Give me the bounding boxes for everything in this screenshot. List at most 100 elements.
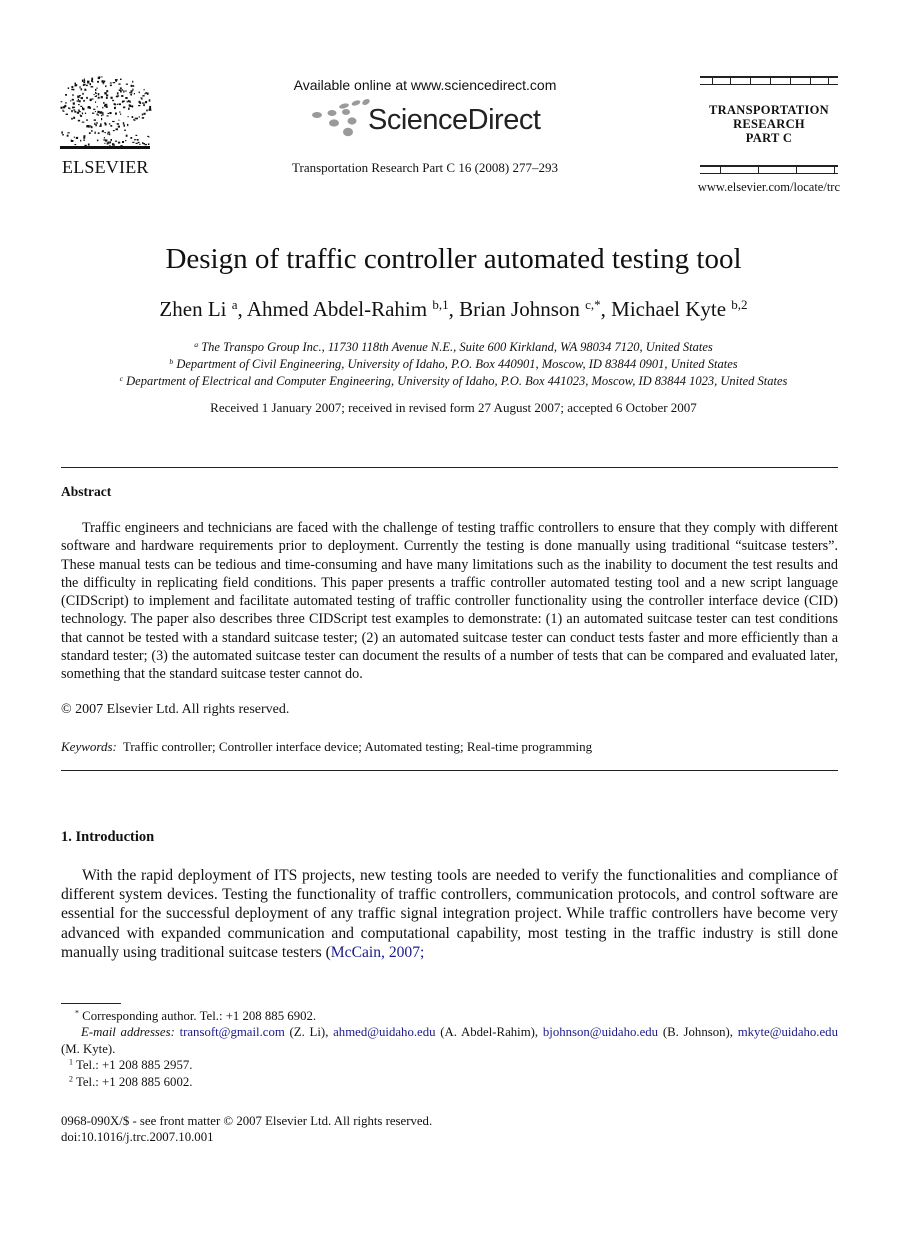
tree-stipple — [83, 139, 85, 141]
affiliation-mark: a — [194, 339, 199, 349]
tree-stipple — [106, 115, 109, 117]
tree-stipple — [84, 112, 87, 115]
tree-stipple — [95, 124, 97, 127]
email-owner: (M. Kyte). — [61, 1041, 116, 1056]
tree-stipple — [115, 128, 118, 131]
tree-stipple — [76, 111, 80, 114]
tree-stipple — [126, 100, 128, 103]
tree-stipple — [72, 106, 75, 109]
tree-stipple — [106, 94, 109, 97]
tree-stipple — [78, 109, 80, 112]
tree-stipple — [75, 136, 79, 139]
email-link[interactable]: mkyte@uidaho.edu — [738, 1025, 838, 1039]
author-separator: , — [237, 297, 247, 321]
tree-stipple — [104, 132, 106, 134]
tree-stipple — [129, 100, 131, 103]
tree-stipple — [80, 139, 82, 142]
footnote-mark: 2 — [69, 1074, 73, 1084]
footnote-note: 1 Tel.: +1 208 885 2957. — [61, 1057, 838, 1073]
tree-stipple — [84, 144, 87, 146]
tree-stipple — [117, 141, 121, 144]
tree-stipple — [114, 106, 116, 110]
tree-stipple — [71, 110, 73, 113]
keywords-label: Keywords: — [61, 739, 117, 754]
tree-stipple — [99, 111, 103, 113]
rail-divider-top — [700, 76, 838, 85]
tree-stipple — [74, 144, 77, 146]
tree-stipple — [141, 117, 145, 119]
tree-stipple — [73, 109, 76, 111]
tree-stipple — [98, 76, 101, 79]
introduction-text: With the rapid deployment of ITS project… — [61, 867, 838, 961]
tree-stipple — [115, 140, 117, 142]
email-link[interactable]: bjohnson@uidaho.edu — [543, 1025, 658, 1039]
email-owner: (Z. Li), — [289, 1025, 329, 1040]
tree-stipple — [125, 140, 127, 142]
affiliation: a The Transpo Group Inc., 11730 118th Av… — [40, 339, 867, 356]
tree-stipple — [104, 139, 108, 142]
rail-divider-bottom — [700, 165, 838, 174]
tree-stipple — [83, 100, 85, 102]
section-heading-introduction: 1. Introduction — [61, 829, 155, 845]
journal-url-link[interactable]: www.elsevier.com/locate/trc — [680, 180, 840, 195]
author[interactable]: Ahmed Abdel-Rahim b,1 — [247, 297, 449, 321]
tree-stipple — [132, 141, 135, 143]
tree-stipple — [108, 123, 111, 125]
doi-link[interactable]: doi:10.1016/j.trc.2007.10.001 — [61, 1129, 432, 1145]
introduction-body: With the rapid deployment of ITS project… — [61, 866, 838, 962]
tree-stipple — [127, 115, 129, 118]
tree-stipple — [60, 101, 63, 103]
tree-stipple — [125, 134, 128, 137]
tree-stipple — [82, 107, 85, 111]
tree-stipple — [109, 82, 112, 84]
tree-stipple — [112, 130, 115, 132]
tree-stipple — [87, 81, 90, 84]
tree-stipple — [138, 105, 141, 107]
author[interactable]: Brian Johnson c,* — [459, 297, 601, 321]
author-affiliation-mark[interactable]: b,1 — [432, 297, 448, 312]
tree-stipple — [97, 80, 99, 83]
journal-citation: Transportation Research Part C 16 (2008)… — [292, 160, 558, 175]
divider-top — [61, 467, 838, 468]
tree-stipple — [122, 141, 124, 143]
author[interactable]: Michael Kyte b,2 — [611, 297, 747, 321]
tree-stipple — [106, 142, 109, 145]
tree-stipple — [103, 101, 105, 104]
tree-stipple — [88, 106, 90, 108]
tree-stipple — [77, 95, 80, 98]
author-affiliation-mark[interactable]: c,* — [585, 297, 601, 312]
tree-stipple — [118, 119, 120, 121]
tree-stipple — [104, 103, 108, 106]
email-link[interactable]: transoft@gmail.com — [180, 1025, 285, 1039]
email-owner: (B. Johnson), — [662, 1025, 733, 1040]
tree-stipple — [132, 88, 134, 91]
tree-stipple — [128, 100, 130, 103]
tree-stipple — [96, 139, 99, 142]
tree-stipple — [128, 107, 130, 110]
tree-stipple — [91, 79, 93, 82]
tree-stipple — [65, 94, 67, 96]
tree-stipple — [80, 105, 83, 107]
citation-link[interactable]: McCain, 2007; — [331, 944, 425, 961]
tree-stipple — [105, 96, 108, 99]
tree-stipple — [92, 112, 95, 114]
tree-stipple — [72, 94, 74, 97]
tree-stipple — [89, 83, 91, 86]
available-online-text[interactable]: Available online at www.sciencedirect.co… — [270, 77, 580, 93]
issn-line: 0968-090X/$ - see front matter © 2007 El… — [61, 1114, 433, 1128]
footnote-text: Tel.: +1 208 885 6002. — [75, 1074, 193, 1089]
tree-stipple — [130, 137, 133, 139]
author-affiliation-mark[interactable]: b,2 — [731, 297, 747, 312]
tree-stipple — [147, 143, 150, 145]
journal-cover-title: TRANSPORTATION RESEARCH PART C — [700, 103, 838, 145]
author-name: Zhen Li — [159, 297, 227, 321]
email-link[interactable]: ahmed@uidaho.edu — [333, 1025, 435, 1039]
author[interactable]: Zhen Li a — [159, 297, 237, 321]
tree-stipple — [149, 105, 152, 109]
tree-stipple — [95, 122, 98, 124]
tree-stipple — [125, 97, 128, 99]
footnote-text: Corresponding author. Tel.: +1 208 885 6… — [82, 1009, 317, 1023]
tree-stipple — [90, 86, 94, 88]
tree-stipple — [143, 104, 145, 107]
tree-stipple — [77, 119, 81, 122]
